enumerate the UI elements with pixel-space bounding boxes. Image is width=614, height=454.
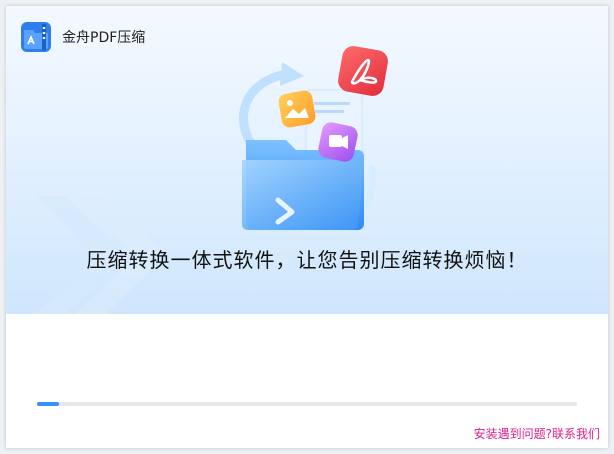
installer-window: 金舟PDF压缩 压缩转换一体式软件，让您告别压缩转换烦恼！ 安装遇到问题?联系我… — [6, 6, 608, 448]
title-bar: 金舟PDF压缩 — [20, 20, 145, 54]
app-title: 金舟PDF压缩 — [62, 30, 146, 46]
slogan: 压缩转换一体式软件，让您告别压缩转换烦恼！ — [86, 248, 528, 272]
install-progress-fill — [37, 402, 59, 406]
app-logo-icon — [21, 22, 51, 52]
hero-banner: 金舟PDF压缩 压缩转换一体式软件，让您告别压缩转换烦恼！ — [6, 6, 608, 314]
contact-support-link[interactable]: 安装遇到问题?联系我们 — [474, 425, 600, 442]
pdf-icon — [338, 46, 388, 96]
illustration — [238, 46, 388, 231]
install-progress-bar — [37, 402, 577, 406]
image-icon — [278, 90, 316, 128]
